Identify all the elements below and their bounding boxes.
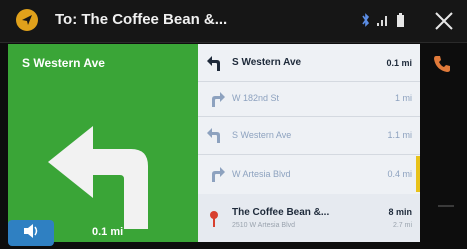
destination-row[interactable]: The Coffee Bean &... 8 min 2510 W Artesi… bbox=[198, 194, 420, 242]
destination-address: 2510 W Artesia Blvd bbox=[232, 222, 296, 229]
bluetooth-icon bbox=[362, 12, 370, 33]
direction-label: W Artesia Blvd bbox=[232, 169, 291, 179]
destination-time: 8 min bbox=[388, 207, 412, 217]
direction-distance: 1.1 mi bbox=[387, 130, 412, 140]
close-icon[interactable] bbox=[432, 9, 456, 33]
scrollbar[interactable] bbox=[416, 156, 420, 192]
navigation-icon[interactable] bbox=[16, 9, 38, 31]
turn-left-icon bbox=[206, 55, 226, 71]
directions-list[interactable]: S Western Ave 0.1 mi W 182nd St 1 mi S W… bbox=[198, 44, 420, 242]
destination-title: To: The Coffee Bean &... bbox=[55, 11, 228, 28]
direction-label: S Western Ave bbox=[232, 57, 302, 68]
top-bar: To: The Coffee Bean &... bbox=[0, 0, 467, 43]
destination-distance: 2.7 mi bbox=[392, 222, 412, 229]
maneuver-panel: S Western Ave bbox=[8, 44, 198, 242]
turn-right-icon bbox=[206, 91, 226, 107]
direction-distance: 0.1 mi bbox=[386, 58, 412, 68]
list-item[interactable]: W 182nd St 1 mi bbox=[198, 81, 420, 117]
list-item[interactable]: S Western Ave 0.1 mi bbox=[198, 44, 420, 82]
maneuver-distance: 0.1 mi bbox=[92, 226, 124, 238]
list-item[interactable]: S Western Ave 1.1 mi bbox=[198, 116, 420, 155]
destination-name: The Coffee Bean &... bbox=[232, 207, 330, 218]
speaker-icon bbox=[21, 222, 41, 245]
divider bbox=[438, 205, 454, 207]
signal-icon bbox=[376, 12, 390, 33]
turn-left-arrow-icon bbox=[48, 104, 178, 229]
direction-distance: 1 mi bbox=[394, 93, 412, 103]
turn-right-icon bbox=[206, 166, 226, 182]
sound-button[interactable] bbox=[8, 220, 54, 246]
navigation-screen: To: The Coffee Bean &... S Western Ave 0… bbox=[0, 0, 467, 249]
direction-label: S Western Ave bbox=[232, 130, 292, 140]
list-item[interactable]: W Artesia Blvd 0.4 mi bbox=[198, 154, 420, 195]
status-icons bbox=[362, 12, 412, 30]
battery-icon bbox=[396, 12, 405, 33]
maneuver-street: S Western Ave bbox=[22, 56, 105, 70]
destination-pin-icon bbox=[206, 210, 226, 227]
direction-distance: 0.4 mi bbox=[387, 169, 412, 179]
direction-label: W 182nd St bbox=[232, 93, 280, 103]
phone-icon[interactable] bbox=[432, 54, 452, 74]
turn-left-icon bbox=[206, 127, 226, 143]
